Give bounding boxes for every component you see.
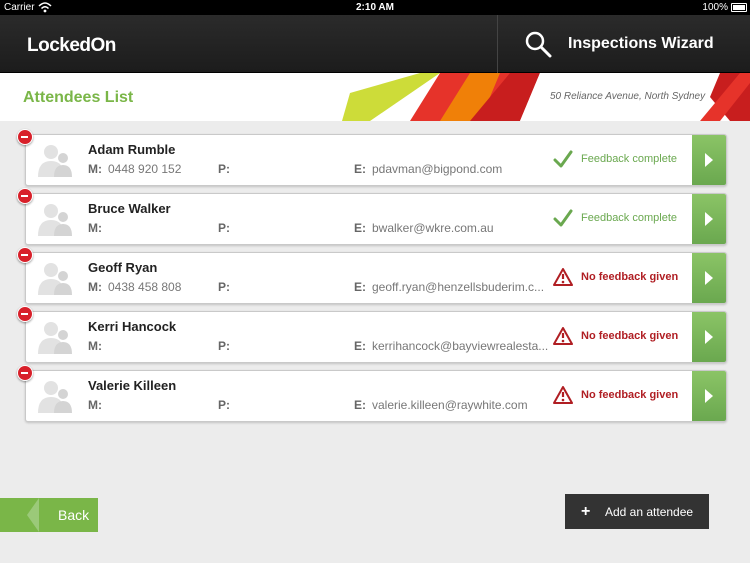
battery-percent: 100% (702, 2, 728, 13)
mobile-label: M: (88, 221, 102, 235)
feedback-status: No feedback given (581, 271, 679, 283)
person-placeholder-icon (38, 322, 72, 354)
nav-title: Inspections Wizard (568, 35, 714, 52)
page-title: Attendees List (23, 89, 134, 106)
feedback-status: No feedback given (581, 389, 679, 401)
mobile-value: 0438 458 808 (108, 280, 182, 294)
email-value: geoff.ryan@henzellsbuderim.c... (372, 280, 545, 294)
phone-label: P: (218, 398, 230, 412)
add-attendee-button[interactable]: + Add an attendee (565, 494, 709, 529)
email-label: E: (354, 280, 366, 294)
mobile-field: M: (88, 398, 108, 412)
phone-label: P: (218, 339, 230, 353)
attendee-name: Bruce Walker (88, 201, 171, 216)
nav-bar: LockedOn Inspections Wizard (0, 15, 750, 73)
open-attendee-button[interactable] (692, 194, 726, 244)
open-attendee-button[interactable] (692, 253, 726, 303)
warning-icon (553, 268, 573, 286)
back-button-label: Back (58, 507, 90, 523)
phone-field: P: (218, 221, 236, 235)
plus-icon: + (581, 503, 591, 520)
attendee-row[interactable]: Kerri Hancock M: P: E: kerrihancock@bayvi… (17, 306, 727, 363)
mobile-label: M: (88, 339, 102, 353)
email-label: E: (354, 162, 366, 176)
mobile-field: M: (88, 221, 108, 235)
phone-label: P: (218, 221, 230, 235)
person-placeholder-icon (38, 381, 72, 413)
back-arrow-icon (27, 498, 39, 532)
phone-field: P: (218, 339, 236, 353)
mobile-label: M: (88, 162, 102, 176)
attendee-row[interactable]: Valerie Killeen M: P: E: valerie.killeen@… (17, 365, 727, 422)
mobile-field: M: 0438 458 808 (88, 280, 181, 294)
attendee-name: Geoff Ryan (88, 260, 158, 275)
feedback-status: Feedback complete (581, 212, 677, 224)
phone-field: P: (218, 162, 236, 176)
add-attendee-label: Add an attendee (605, 505, 694, 519)
battery-icon (731, 3, 747, 12)
email-field: E: kerrihancock@bayviewrealesta... (354, 339, 548, 353)
open-attendee-button[interactable] (692, 371, 726, 421)
clock: 2:10 AM (356, 2, 394, 13)
mobile-field: M: 0448 920 152 (88, 162, 181, 176)
status-bar: Carrier 2:10 AM 100% (0, 0, 750, 15)
phone-label: P: (218, 280, 230, 294)
open-attendee-button[interactable] (692, 135, 726, 185)
open-attendee-button[interactable] (692, 312, 726, 362)
email-label: E: (354, 339, 366, 353)
delete-icon[interactable] (17, 247, 33, 263)
email-value: bwalker@wkre.com.au (372, 221, 494, 235)
phone-field: P: (218, 398, 236, 412)
attendee-name: Kerri Hancock (88, 319, 177, 334)
mobile-label: M: (88, 398, 102, 412)
email-field: E: bwalker@wkre.com.au (354, 221, 494, 235)
app-logo: LockedOn (27, 35, 116, 56)
person-placeholder-icon (38, 145, 72, 177)
delete-icon[interactable] (17, 306, 33, 322)
delete-icon[interactable] (17, 188, 33, 204)
phone-field: P: (218, 280, 236, 294)
warning-icon (553, 386, 573, 404)
checkmark-icon (553, 209, 573, 227)
warning-icon (553, 327, 573, 345)
attendee-name: Valerie Killeen (88, 378, 177, 393)
delete-icon[interactable] (17, 365, 33, 381)
attendee-name: Adam Rumble (88, 142, 176, 157)
email-field: E: pdavman@bigpond.com (354, 162, 502, 176)
property-address: 50 Reliance Avenue, North Sydney (550, 91, 706, 102)
email-field: E: valerie.killeen@raywhite.com (354, 398, 528, 412)
delete-icon[interactable] (17, 129, 33, 145)
back-button[interactable]: Back (0, 498, 98, 532)
person-placeholder-icon (38, 263, 72, 295)
attendee-row[interactable]: Adam Rumble M: 0448 920 152 P: E: pdavman@… (17, 129, 727, 186)
email-label: E: (354, 398, 366, 412)
attendee-row[interactable]: Bruce Walker M: P: E: bwalker@wkre.com.au… (17, 188, 727, 245)
mobile-value: 0448 920 152 (108, 162, 182, 176)
person-placeholder-icon (38, 204, 72, 236)
mobile-label: M: (88, 280, 102, 294)
search-icon[interactable] (524, 30, 552, 58)
checkmark-icon (553, 150, 573, 168)
email-field: E: geoff.ryan@henzellsbuderim.c... (354, 280, 544, 294)
email-value: kerrihancock@bayviewrealesta... (372, 339, 549, 353)
page-header: Attendees List 50 Reliance Avenue, North… (0, 73, 750, 121)
email-value: pdavman@bigpond.com (372, 162, 503, 176)
email-value: valerie.killeen@raywhite.com (372, 398, 528, 412)
email-label: E: (354, 221, 366, 235)
mobile-field: M: (88, 339, 108, 353)
nav-divider (497, 15, 498, 73)
feedback-status: Feedback complete (581, 153, 677, 165)
feedback-status: No feedback given (581, 330, 679, 342)
attendee-row[interactable]: Geoff Ryan M: 0438 458 808 P: E: geoff.rya… (17, 247, 727, 304)
phone-label: P: (218, 162, 230, 176)
